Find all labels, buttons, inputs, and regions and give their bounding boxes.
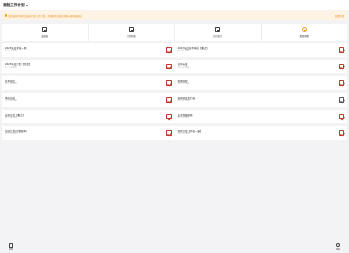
top-bar: 测验工作计划 (0, 0, 349, 10)
plan-item-count: 12 / 12 条目 (5, 133, 17, 136)
plan-item[interactable]: 2023年度计划【草案】 12 / 12 条目 (2, 60, 175, 74)
trash-icon (9, 242, 13, 248)
document-icon (42, 27, 48, 33)
plan-checkbox[interactable] (338, 47, 344, 53)
plan-item-count: 12 / 12 条目 (177, 83, 190, 86)
tab-score-sheet[interactable]: 成绩表 (2, 24, 89, 41)
plan-item-count: 12 / 12 条目 (5, 66, 17, 69)
warning-icon (301, 27, 307, 33)
plan-item-count: 12 / 12 条目 (5, 49, 17, 52)
plan-item[interactable]: 培训计划(完整版本) 12 / 12 条目 (2, 126, 175, 140)
plan-item[interactable]: 项目立项【复核一遍】 12 / 12 条目 (175, 126, 348, 140)
calendar-icon (215, 27, 221, 33)
grid-row: 2023年度考核一期 12 / 12 条目 2023年度技术审核【重点】 12 / … (2, 43, 347, 57)
plan-checkbox[interactable] (166, 63, 172, 70)
page-title[interactable]: 测验工作计划 (3, 3, 25, 8)
notice-bar: 请在规定时间内完成本月的工作计划，并按时提交相关材料以便审核通过 查看详情 (2, 11, 347, 20)
plan-checkbox[interactable] (338, 97, 344, 103)
tab-reminders[interactable]: 重要提醒 (262, 24, 348, 41)
plan-item-count: 12 / 12 条目 (5, 83, 17, 86)
grid-row: 技术规范 12 / 12 条目 管理流程 12 / 12 条目 (2, 76, 347, 90)
tab-label: 成绩表 (41, 34, 49, 38)
plan-item-count: 12 / 12 条目 (5, 116, 17, 119)
plan-item-count: 12 / 12 条目 (177, 100, 190, 103)
plan-item[interactable]: 季度总结 12 / 12 条目 (2, 93, 175, 107)
plan-item[interactable]: 规章制度及汇编 12 / 12 条目 (175, 93, 348, 107)
list-icon (128, 27, 134, 33)
plan-grid: 2023年度考核一期 12 / 12 条目 2023年度技术审核【重点】 12 / … (2, 43, 347, 143)
plan-item-count: 12 / 12 条目 (177, 133, 190, 136)
person-icon (335, 243, 340, 248)
grid-row: 培训计划(完整版本) 12 / 12 条目 项目立项【复核一遍】 12 / 12 条… (2, 126, 347, 140)
chevron-down-icon[interactable] (25, 4, 28, 6)
tab-label: 日历统计 (213, 34, 223, 38)
plan-item[interactable]: 技术规范 12 / 12 条目 (2, 76, 175, 90)
notice-link[interactable]: 查看详情 (335, 14, 344, 18)
nav-label: 我的 (335, 248, 340, 251)
alert-dot-icon (5, 14, 8, 17)
plan-item[interactable]: 业务标准 12 / 12 条目 (175, 60, 348, 74)
tab-label: 计划列表 (126, 34, 136, 38)
plan-item[interactable]: 管理流程 12 / 12 条目 (175, 76, 348, 90)
plan-checkbox[interactable] (166, 97, 172, 103)
plan-item[interactable]: 2023年度技术审核【重点】 12 / 12 条目 (175, 43, 348, 57)
tab-plan-list[interactable]: 计划列表 (89, 24, 175, 41)
nav-label: 清单 (9, 249, 14, 252)
grid-row: 2023年度计划【草案】 12 / 12 条目 业务标准 12 / 12 条目 (2, 59, 348, 74)
tab-bar: 成绩表 计划列表 日历统计 重要提醒 (2, 24, 347, 41)
plan-checkbox[interactable] (166, 80, 172, 86)
plan-checkbox[interactable] (338, 80, 344, 86)
plan-checkbox[interactable] (338, 113, 344, 120)
notice-text: 请在规定时间内完成本月的工作计划，并按时提交相关材料以便审核通过 (8, 14, 82, 18)
tab-label: 重要提醒 (299, 34, 309, 38)
tab-calendar-stats[interactable]: 日历统计 (175, 24, 262, 41)
nav-profile-button[interactable]: 我的 (335, 243, 340, 251)
plan-checkbox[interactable] (166, 47, 172, 53)
bottom-nav: 清单 我的 (0, 241, 349, 253)
plan-item-count: 12 / 12 条目 (5, 100, 17, 103)
plan-checkbox[interactable] (338, 130, 344, 136)
plan-checkbox[interactable] (166, 113, 172, 120)
plan-item[interactable]: 运营方案【重点】 12 / 12 条目 (2, 110, 175, 124)
nav-list-button[interactable]: 清单 (9, 242, 14, 252)
plan-checkbox[interactable] (338, 63, 344, 70)
plan-checkbox[interactable] (166, 130, 172, 136)
grid-row: 季度总结 12 / 12 条目 规章制度及汇编 12 / 12 条目 (2, 93, 347, 107)
plan-item-count: 12 / 12 条目 (177, 49, 190, 52)
grid-row: 运营方案【重点】 12 / 12 条目 安全保障措施 12 / 12 条目 (2, 109, 348, 124)
plan-item-count: 12 / 12 条目 (177, 66, 190, 69)
plan-item[interactable]: 安全保障措施 12 / 12 条目 (175, 110, 348, 124)
plan-item-count: 12 / 12 条目 (177, 116, 190, 119)
plan-item[interactable]: 2023年度考核一期 12 / 12 条目 (2, 43, 175, 57)
